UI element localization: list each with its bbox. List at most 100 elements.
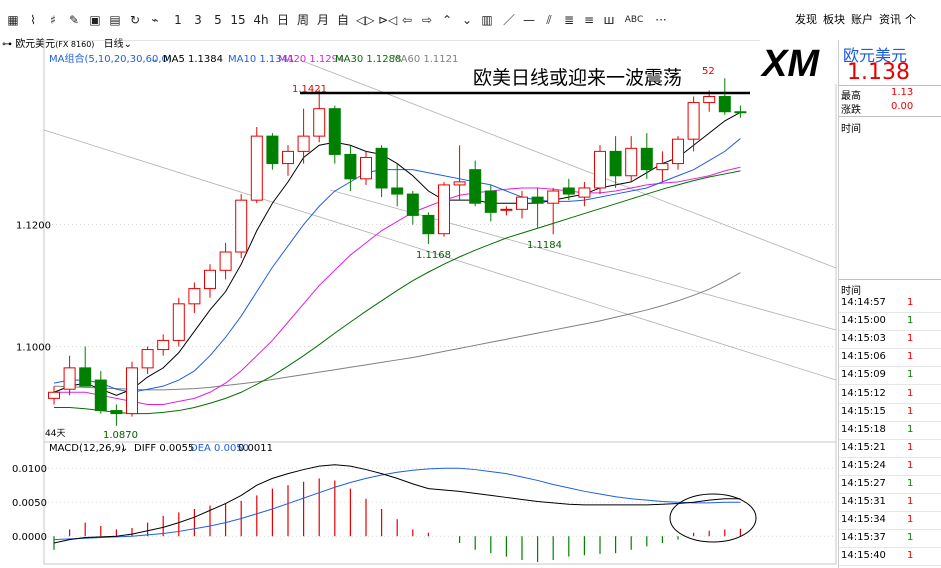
candle-body[interactable] [406, 193, 419, 216]
tick-flag: 1 [907, 496, 914, 508]
candle-icon[interactable]: ♯ [46, 11, 60, 29]
candle-body[interactable] [469, 169, 482, 204]
candle-body[interactable] [422, 214, 435, 235]
candle-body[interactable] [562, 187, 575, 195]
candle-body[interactable] [516, 196, 528, 210]
candle-body[interactable] [703, 95, 716, 104]
chevron-down-icon[interactable]: ⌄ [120, 443, 128, 454]
more-icon[interactable]: ··· [652, 11, 670, 29]
line-chart-icon[interactable]: ⌇ [26, 11, 40, 29]
candle-body[interactable] [188, 288, 201, 305]
period-4h[interactable]: 4h [252, 11, 270, 29]
macd-legend[interactable]: MACD(12,26,9) [49, 443, 125, 454]
menu-more[interactable]: 个 [905, 11, 916, 29]
candle-body[interactable] [500, 208, 513, 211]
candle-body[interactable] [672, 138, 684, 165]
candle-body[interactable] [484, 190, 497, 213]
candle-body[interactable] [219, 251, 232, 271]
bar-tool-icon[interactable]: ш [602, 11, 616, 29]
candle-body[interactable] [157, 339, 170, 351]
period-15[interactable]: 15 [230, 11, 246, 29]
chevron-down-icon[interactable]: ⌄ [150, 54, 158, 65]
kline-chart[interactable]: 1.1200 1.1000 0.0100 0.0050 0.0000 MA组合(5,10… [0, 40, 838, 568]
candle-body[interactable] [547, 190, 560, 204]
ma-lines [53, 111, 741, 415]
draw-icon[interactable]: ✎ [66, 11, 82, 29]
candle-body[interactable] [79, 367, 92, 387]
candle-body[interactable] [453, 181, 466, 186]
fib-tool-icon[interactable]: ≡ [582, 11, 596, 29]
candle-body[interactable] [313, 108, 326, 137]
parallel-tool-icon[interactable]: ⫽ [542, 11, 556, 29]
tick-flag: 1 [907, 387, 914, 399]
tick-flag: 1 [907, 459, 914, 471]
menu-discover[interactable]: 发现 [795, 11, 817, 29]
tick-time: 14:14:57 [841, 297, 886, 308]
period-3[interactable]: 3 [192, 11, 204, 29]
candle-body[interactable] [94, 379, 107, 412]
period-week[interactable]: 周 [296, 11, 310, 29]
arrow-left-icon[interactable]: ⇦ [400, 11, 414, 29]
layout-icon[interactable]: ▥ [480, 11, 494, 29]
shrink-icon[interactable]: ⊳◁ [378, 11, 397, 29]
trend-line[interactable] [329, 189, 837, 331]
candle-body[interactable] [438, 184, 450, 235]
candle-body[interactable] [625, 147, 638, 177]
text-tool-icon[interactable]: ABC [620, 11, 648, 29]
macd-axis-label: 0.0000 [12, 532, 47, 543]
candle-body[interactable] [141, 349, 154, 369]
candle-body[interactable] [328, 108, 341, 155]
candle-body[interactable] [656, 163, 669, 171]
change-value: 0.00 [891, 101, 914, 112]
candle-body[interactable] [640, 147, 653, 171]
save-icon[interactable]: ▤ [108, 11, 122, 29]
logo-text: XM [760, 43, 820, 84]
candle-body[interactable] [63, 367, 76, 390]
channel-tool-icon[interactable]: ≣ [562, 11, 576, 29]
period-1[interactable]: 1 [172, 11, 184, 29]
refresh-icon[interactable]: ↻ [128, 11, 142, 29]
line-tool-icon[interactable]: ／ [502, 11, 516, 29]
zoom-icon[interactable]: ◁▷ [356, 11, 374, 29]
candle-body[interactable] [48, 391, 60, 399]
menu-sector[interactable]: 板块 [823, 11, 845, 29]
table-icon[interactable]: ▣ [88, 11, 102, 29]
candle-body[interactable] [594, 150, 606, 189]
candle-body[interactable] [344, 153, 357, 180]
period-custom[interactable]: 自 [336, 11, 350, 29]
period-month[interactable]: 月 [316, 11, 330, 29]
candle-body[interactable] [282, 150, 294, 165]
arrow-right-icon[interactable]: ⇨ [420, 11, 434, 29]
candle-body[interactable] [391, 187, 404, 195]
candle-body[interactable] [110, 410, 123, 415]
candle-body[interactable] [172, 303, 185, 341]
headline-annotation: 欧美日线或迎来一波震荡 [473, 67, 682, 89]
grid-icon[interactable]: ▦ [6, 11, 20, 29]
tick-time: 14:15:06 [841, 351, 886, 363]
candle-body[interactable] [250, 135, 263, 201]
candle-body[interactable] [375, 147, 388, 189]
menu-news[interactable]: 资讯 [879, 11, 901, 29]
chevron-up-icon[interactable]: ⌃ [440, 11, 454, 29]
candle-body[interactable] [687, 102, 700, 140]
period-icon[interactable]: ⌁ [148, 11, 162, 29]
hline-tool-icon[interactable]: — [522, 11, 536, 29]
period-day[interactable]: 日 [276, 11, 290, 29]
tick-flag: 1 [907, 297, 914, 308]
candle-body[interactable] [235, 199, 248, 253]
candle-body[interactable] [578, 187, 591, 198]
menu-account[interactable]: 账户 [851, 11, 873, 29]
ma5-line [53, 111, 741, 396]
candle-body[interactable] [126, 367, 138, 415]
candle-body[interactable] [297, 135, 310, 152]
candle-body[interactable] [266, 135, 279, 165]
chevron-down-icon[interactable]: ⌄ [460, 11, 474, 29]
candle-body[interactable] [204, 269, 216, 290]
period-5[interactable]: 5 [212, 11, 224, 29]
candle-body[interactable] [531, 196, 544, 204]
candle-body[interactable] [718, 95, 731, 113]
candle-body[interactable] [360, 156, 372, 180]
candle-body[interactable] [609, 150, 622, 177]
tick-flag: 1 [907, 315, 914, 327]
candle-body[interactable] [734, 111, 747, 114]
